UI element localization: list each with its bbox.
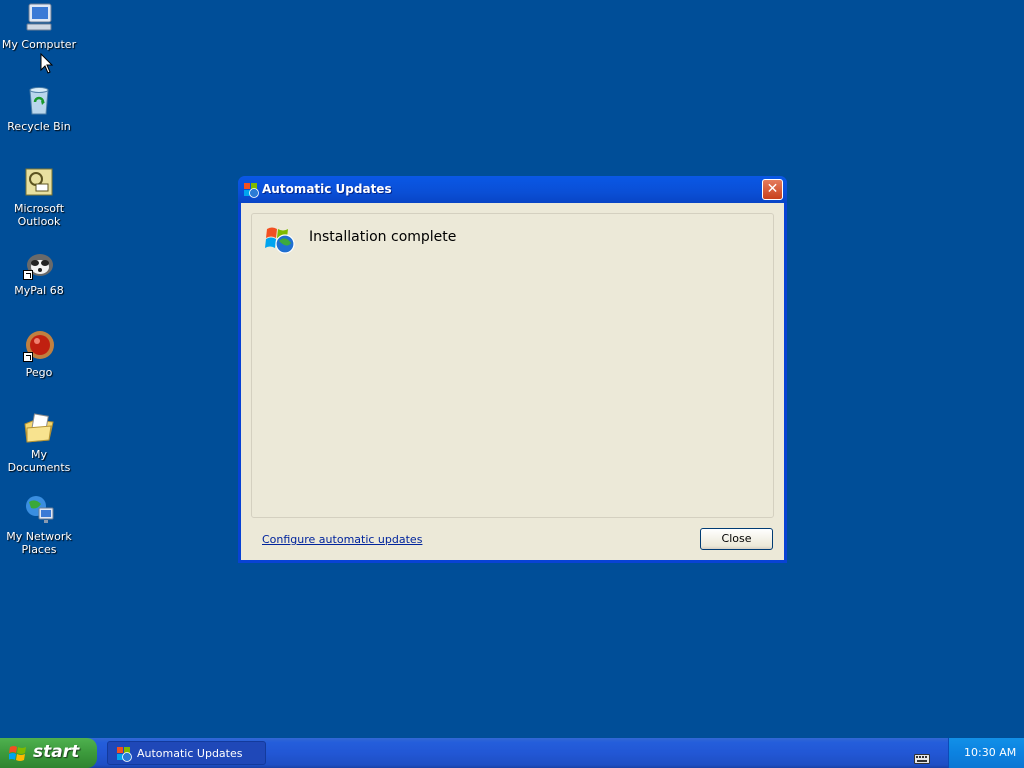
close-button[interactable]: Close <box>700 528 773 550</box>
title-close-button[interactable]: ✕ <box>762 179 783 200</box>
pego-icon <box>23 330 55 362</box>
outlook-icon <box>23 166 55 198</box>
desktop-icon-outlook[interactable]: Microsoft Outlook <box>0 166 79 228</box>
close-icon: ✕ <box>766 181 779 197</box>
dialog-title-bar[interactable]: Automatic Updates ✕ <box>238 176 787 203</box>
shortcut-arrow-icon <box>23 270 33 280</box>
shortcut-arrow-icon <box>23 352 33 362</box>
automatic-updates-dialog: Automatic Updates ✕ Installation complet… <box>238 176 787 563</box>
desktop-icon-recycle-bin[interactable]: Recycle Bin <box>0 84 79 133</box>
taskbar-button-label: Automatic Updates <box>137 747 243 760</box>
windows-update-icon <box>264 223 296 255</box>
desktop-icon-label-line2: Places <box>21 543 57 556</box>
taskbar-button-automatic-updates[interactable]: Automatic Updates <box>107 741 266 765</box>
desktop-icon-label-line2: Outlook <box>17 215 61 228</box>
mouse-pointer-icon <box>40 52 54 75</box>
dialog-body: Installation complete Configure automati… <box>241 203 784 560</box>
keyboard-icon[interactable] <box>914 749 930 764</box>
status-heading: Installation complete <box>309 229 457 245</box>
desktop-icon-my-computer[interactable]: My Computer <box>0 2 79 51</box>
clock[interactable]: 10:30 AM <box>964 746 1016 759</box>
mypal-icon <box>23 248 55 280</box>
desktop-icon-network-places[interactable]: My Network Places <box>0 494 79 556</box>
desktop-icon-label: Microsoft <box>13 202 65 215</box>
start-label: start <box>33 742 80 762</box>
my-documents-icon <box>23 412 55 444</box>
my-computer-icon <box>23 2 55 34</box>
windows-logo-icon <box>8 745 27 761</box>
start-button[interactable]: start <box>0 738 97 768</box>
desktop-icon-pego[interactable]: Pego <box>0 330 79 379</box>
taskbar: start Automatic Updates 10:30 AM <box>0 738 1024 768</box>
system-tray: 10:30 AM <box>948 738 1024 768</box>
network-places-icon <box>23 494 55 526</box>
desktop-icon-label: My Network <box>6 530 72 543</box>
desktop-icon-label: Pego <box>25 366 53 379</box>
status-panel: Installation complete <box>251 213 774 518</box>
desktop-icon-mypal[interactable]: MyPal 68 <box>0 248 79 297</box>
dialog-title: Automatic Updates <box>262 182 392 196</box>
windows-update-icon <box>116 746 132 762</box>
desktop: My Computer Recycle Bin Microsoft Outloo… <box>0 0 1024 738</box>
desktop-icon-label: MyPal 68 <box>14 284 64 297</box>
desktop-icon-label: My Computer <box>1 38 77 51</box>
desktop-icon-label: Recycle Bin <box>7 120 71 133</box>
windows-update-icon <box>243 182 259 198</box>
desktop-icon-label: My Documents <box>7 448 71 474</box>
desktop-icon-my-documents[interactable]: My Documents <box>0 412 79 474</box>
recycle-bin-icon <box>23 84 55 116</box>
configure-updates-link[interactable]: Configure automatic updates <box>262 533 422 546</box>
